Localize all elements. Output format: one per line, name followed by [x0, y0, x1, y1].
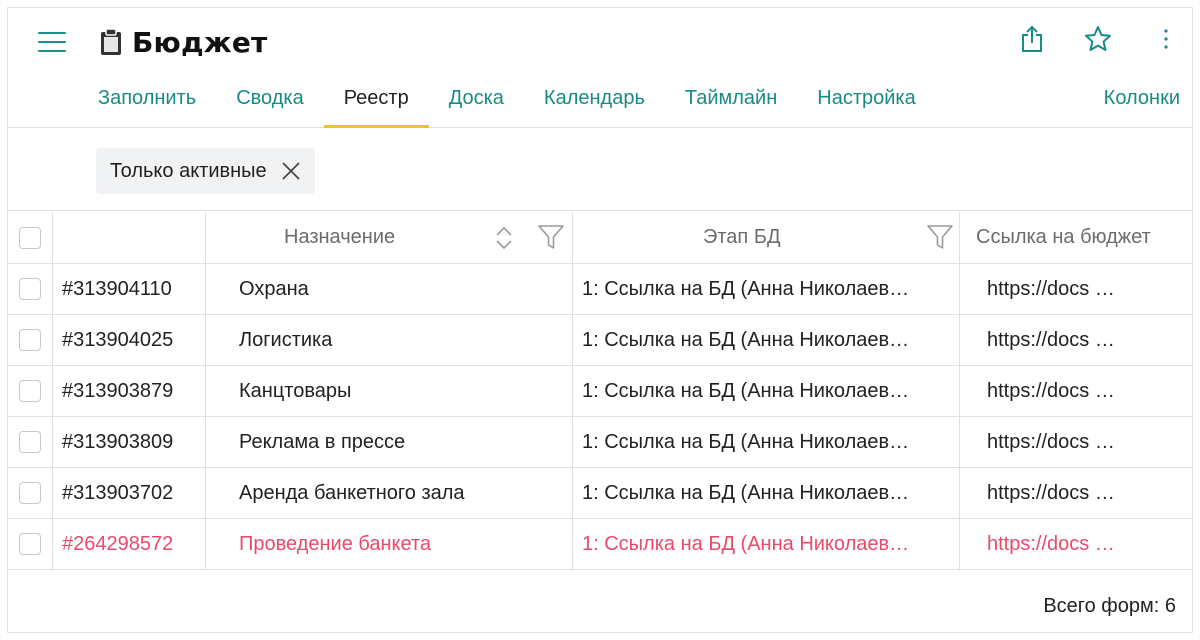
row-stage-text: 1: Ссылка на БД (Анна Николаев…	[582, 481, 910, 504]
header-id-cell	[53, 212, 206, 263]
row-id[interactable]: #313903809	[53, 417, 206, 467]
table-row[interactable]: #264298572 Проведение банкета 1: Ссылка …	[8, 519, 1192, 570]
row-link[interactable]: https://docs …	[960, 366, 1192, 416]
column-header-link: Ссылка на бюджет	[976, 226, 1151, 248]
share-icon[interactable]	[1017, 24, 1047, 54]
row-stage-text: 1: Ссылка на БД (Анна Николаев…	[582, 277, 910, 300]
row-id[interactable]: #313903879	[53, 366, 206, 416]
filter-chip[interactable]: Только активные	[96, 148, 315, 194]
row-checkbox[interactable]	[19, 380, 41, 402]
row-checkbox[interactable]	[19, 431, 41, 453]
row-stage[interactable]: 1: Ссылка на БД (Анна Николаев…	[573, 315, 960, 365]
tab-board[interactable]: Доска	[429, 82, 524, 128]
row-checkbox[interactable]	[19, 278, 41, 300]
filter-icon[interactable]	[537, 223, 565, 251]
row-stage[interactable]: 1: Ссылка на БД (Анна Николаев…	[573, 366, 960, 416]
row-check-cell	[8, 417, 53, 467]
row-check-cell	[8, 468, 53, 518]
close-icon[interactable]	[281, 161, 301, 181]
table-header-row: Назначение Этап БД Ссылка на бюджет	[8, 212, 1192, 264]
header-purpose-cell[interactable]: Назначение	[206, 212, 573, 263]
table-row[interactable]: #313903809 Реклама в прессе 1: Ссылка на…	[8, 417, 1192, 468]
row-checkbox[interactable]	[19, 533, 41, 555]
column-header-purpose: Назначение	[284, 226, 396, 248]
row-link[interactable]: https://docs …	[960, 264, 1192, 314]
header: Бюджет Заполнить Сводка Реестр Доска Кал…	[8, 8, 1192, 128]
tab-calendar[interactable]: Календарь	[524, 82, 665, 128]
row-purpose[interactable]: Логистика	[206, 315, 573, 365]
table-row[interactable]: #313903879 Канцтовары 1: Ссылка на БД (А…	[8, 366, 1192, 417]
header-check-cell	[8, 212, 53, 263]
row-check-cell	[8, 366, 53, 416]
row-stage[interactable]: 1: Ссылка на БД (Анна Николаев…	[573, 468, 960, 518]
tab-summary[interactable]: Сводка	[216, 82, 324, 128]
row-checkbox[interactable]	[19, 482, 41, 504]
row-stage[interactable]: 1: Ссылка на БД (Анна Николаев…	[573, 417, 960, 467]
filter-chip-label: Только активные	[110, 159, 267, 182]
more-vertical-icon[interactable]	[1151, 24, 1181, 54]
row-purpose[interactable]: Охрана	[206, 264, 573, 314]
tab-registry[interactable]: Реестр	[323, 82, 429, 128]
row-stage[interactable]: 1: Ссылка на БД (Анна Николаев…	[573, 264, 960, 314]
row-purpose[interactable]: Реклама в прессе	[206, 417, 573, 467]
row-check-cell	[8, 519, 53, 569]
row-checkbox[interactable]	[19, 329, 41, 351]
row-stage-text: 1: Ссылка на БД (Анна Николаев…	[582, 430, 910, 453]
row-id[interactable]: #264298572	[53, 519, 206, 569]
table-row[interactable]: #313904110 Охрана 1: Ссылка на БД (Анна …	[8, 264, 1192, 315]
filter-bar: Только активные	[8, 129, 1192, 211]
row-id[interactable]: #313904025	[53, 315, 206, 365]
columns-button[interactable]: Колонки	[1104, 82, 1180, 114]
row-stage-text: 1: Ссылка на БД (Анна Николаев…	[582, 328, 910, 351]
data-table: Назначение Этап БД Ссылка на бюджет #313…	[8, 212, 1192, 570]
table-row[interactable]: #313903702 Аренда банкетного зала 1: Ссы…	[8, 468, 1192, 519]
tab-timeline[interactable]: Таймлайн	[665, 82, 797, 128]
page-title: Бюджет	[132, 25, 268, 59]
tab-bar: Заполнить Сводка Реестр Доска Календарь …	[78, 82, 936, 128]
row-id[interactable]: #313904110	[53, 264, 206, 314]
row-check-cell	[8, 264, 53, 314]
row-stage[interactable]: 1: Ссылка на БД (Анна Николаев…	[573, 519, 960, 569]
row-purpose[interactable]: Проведение банкета	[206, 519, 573, 569]
star-icon[interactable]	[1083, 24, 1113, 54]
sort-icon[interactable]	[494, 225, 514, 251]
row-stage-text: 1: Ссылка на БД (Анна Николаев…	[582, 532, 910, 555]
row-link[interactable]: https://docs …	[960, 417, 1192, 467]
row-link[interactable]: https://docs …	[960, 315, 1192, 365]
table-footer: Всего форм: 6	[8, 571, 1192, 632]
select-all-checkbox[interactable]	[19, 226, 41, 249]
tab-fill[interactable]: Заполнить	[78, 82, 216, 128]
clipboard-icon	[101, 28, 121, 55]
filter-icon[interactable]	[926, 223, 954, 251]
title-area: Бюджет	[100, 22, 267, 62]
hamburger-icon[interactable]	[38, 30, 68, 54]
app-window: Бюджет Заполнить Сводка Реестр Доска Кал…	[7, 7, 1193, 633]
row-stage-text: 1: Ссылка на БД (Анна Николаев…	[582, 379, 910, 402]
row-check-cell	[8, 315, 53, 365]
row-purpose[interactable]: Канцтовары	[206, 366, 573, 416]
total-count: Всего форм: 6	[1043, 595, 1176, 617]
row-link[interactable]: https://docs …	[960, 519, 1192, 569]
row-link[interactable]: https://docs …	[960, 468, 1192, 518]
header-link-cell[interactable]: Ссылка на бюджет	[960, 212, 1192, 263]
header-stage-cell[interactable]: Этап БД	[573, 212, 960, 263]
tab-settings[interactable]: Настройка	[797, 82, 935, 128]
table-row[interactable]: #313904025 Логистика 1: Ссылка на БД (Ан…	[8, 315, 1192, 366]
column-header-stage: Этап БД	[703, 226, 781, 248]
row-purpose[interactable]: Аренда банкетного зала	[206, 468, 573, 518]
row-id[interactable]: #313903702	[53, 468, 206, 518]
